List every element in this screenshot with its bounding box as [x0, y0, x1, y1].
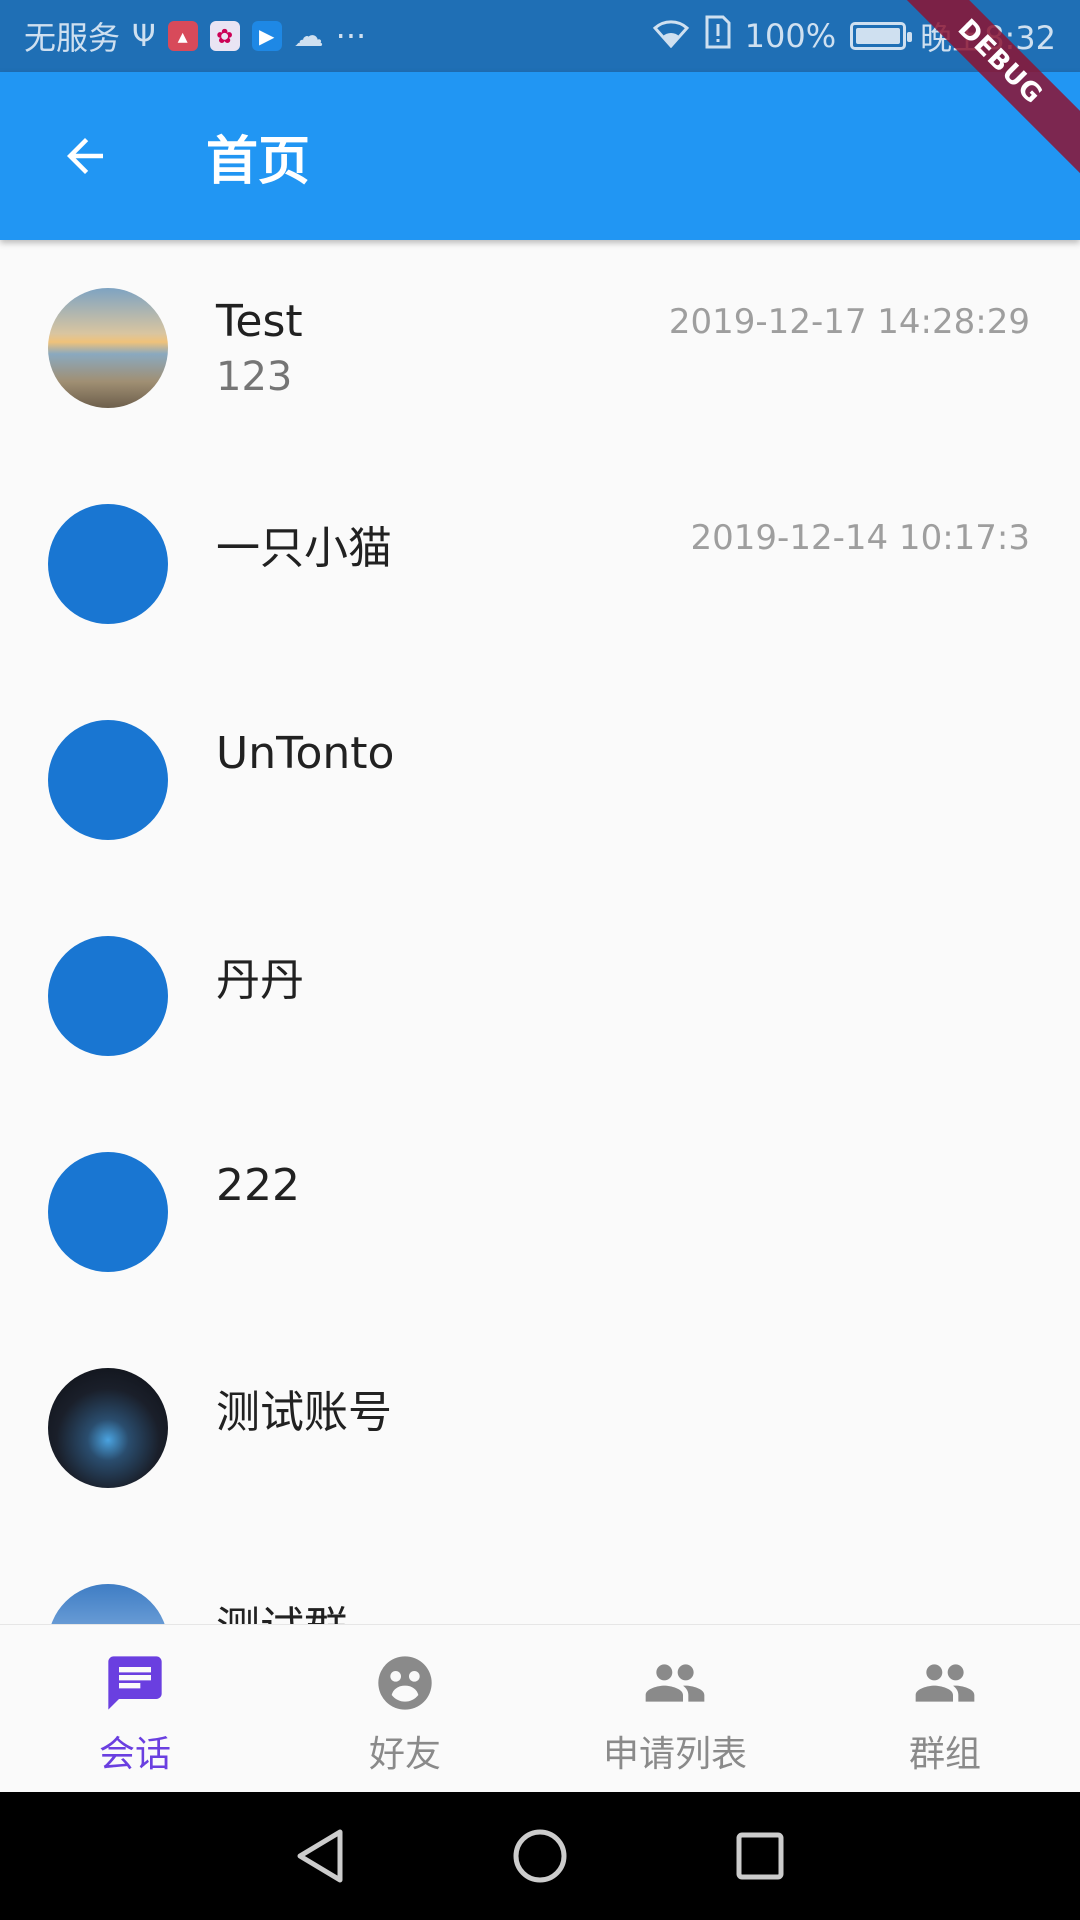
- wifi-icon: [651, 16, 691, 56]
- usb-icon: Ψ: [132, 18, 156, 54]
- system-recents-button[interactable]: [725, 1821, 795, 1891]
- nav-item-groups[interactable]: 群组: [810, 1625, 1080, 1792]
- app-bar: 首页: [0, 72, 1080, 240]
- system-back-button[interactable]: [285, 1821, 355, 1891]
- conversation-name: 测试账号: [216, 1387, 392, 1438]
- square-recents-icon: [736, 1832, 784, 1880]
- conversation-item-dandan[interactable]: 丹丹: [0, 888, 1080, 1104]
- conversation-item-test-group[interactable]: 测试群: [0, 1536, 1080, 1624]
- battery-icon: [850, 22, 913, 50]
- avatar: [48, 288, 168, 408]
- conversation-item-untonto[interactable]: UnTonto: [0, 672, 1080, 888]
- conversation-last-message: 123: [216, 354, 293, 400]
- conversation-item-test-account[interactable]: 测试账号: [0, 1320, 1080, 1536]
- nav-item-chats[interactable]: 会话: [0, 1625, 270, 1792]
- carrier-text: 无服务: [24, 19, 121, 57]
- face-icon: [373, 1651, 437, 1715]
- nav-item-friends[interactable]: 好友: [270, 1625, 540, 1792]
- more-notifications-icon: ···: [335, 17, 367, 55]
- avatar: [48, 1152, 168, 1272]
- chat-icon: [103, 1651, 167, 1715]
- system-nav-bar: [0, 1792, 1080, 1920]
- avatar: [48, 720, 168, 840]
- nav-label: 好友: [368, 1734, 441, 1775]
- conversation-item-test[interactable]: Test 123 2019-12-17 14:28:29: [0, 240, 1080, 456]
- triangle-back-icon: [297, 1829, 343, 1883]
- people-icon: [643, 1651, 707, 1715]
- nav-label: 群组: [908, 1734, 981, 1775]
- conversation-item-kitten[interactable]: 一只小猫 2019-12-14 10:17:3: [0, 456, 1080, 672]
- conversation-name: 丹丹: [216, 955, 304, 1006]
- battery-fill: [856, 28, 901, 44]
- huawei-app-icon: ▴: [167, 21, 198, 51]
- avatar: [48, 504, 168, 624]
- avatar: [48, 936, 168, 1056]
- circle-home-icon: [513, 1829, 567, 1883]
- video-app-icon: ▶: [251, 21, 282, 51]
- conversation-time: 2019-12-14 10:17:3: [690, 518, 1030, 558]
- arrow-back-icon: [67, 138, 103, 174]
- conversation-time: 2019-12-17 14:28:29: [668, 302, 1030, 342]
- conversation-name: UnTonto: [216, 728, 395, 779]
- conversation-name: 一只小猫: [216, 523, 392, 574]
- page-title: 首页: [206, 131, 311, 192]
- back-button[interactable]: [30, 101, 140, 211]
- group-icon: [913, 1651, 977, 1715]
- conversation-name: 222: [216, 1160, 300, 1211]
- conversation-name: Test: [216, 296, 303, 347]
- nav-item-requests[interactable]: 申请列表: [540, 1625, 810, 1792]
- avatar: [48, 1584, 168, 1624]
- photos-app-icon: ✿: [209, 21, 240, 51]
- conversation-list[interactable]: Test 123 2019-12-17 14:28:29 一只小猫 2019-1…: [0, 240, 1080, 1624]
- conversation-name: 测试群: [216, 1592, 348, 1624]
- status-left: 无服务 Ψ ▴ ✿ ▶ ☁ ···: [24, 13, 366, 59]
- sim-alert-icon: [705, 15, 731, 57]
- wechat-icon: ☁: [293, 18, 324, 54]
- battery-percent: 100%: [744, 17, 837, 55]
- system-home-button[interactable]: [505, 1821, 575, 1891]
- avatar: [48, 1368, 168, 1488]
- conversation-item-222[interactable]: 222: [0, 1104, 1080, 1320]
- nav-label: 会话: [98, 1734, 171, 1775]
- nav-label: 申请列表: [602, 1734, 747, 1775]
- bottom-nav: 会话 好友 申请列表 群组: [0, 1624, 1080, 1792]
